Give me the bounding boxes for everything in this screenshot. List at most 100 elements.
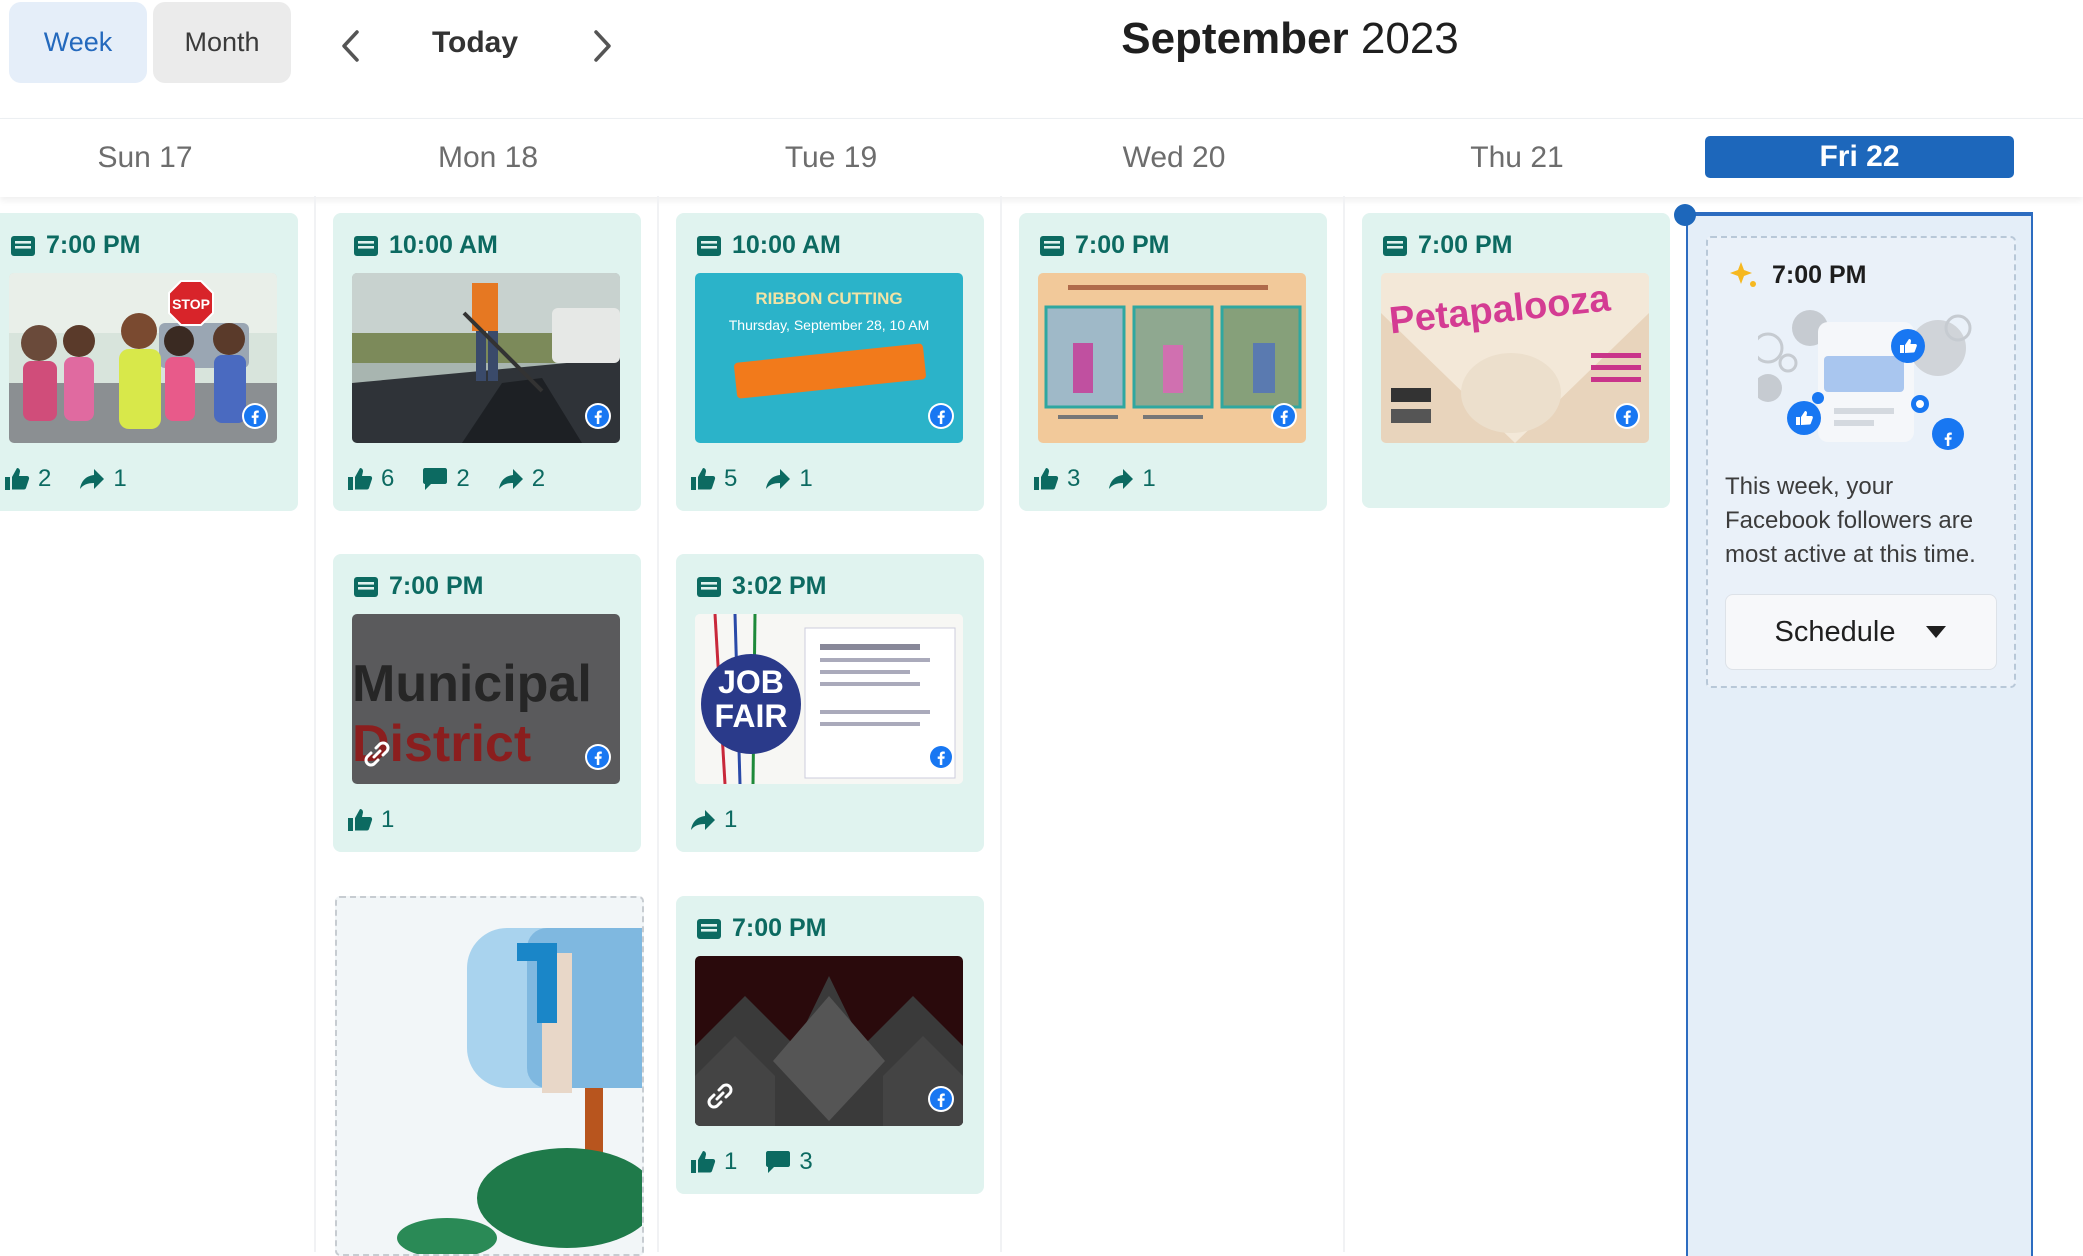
today-button[interactable]: Today: [405, 18, 545, 68]
column-divider: [1343, 196, 1345, 1252]
likes-count: 5: [724, 465, 738, 492]
facebook-icon: [927, 402, 955, 435]
share-icon: [691, 810, 715, 830]
share-icon: [766, 469, 791, 489]
likes-count: 1: [724, 1148, 738, 1175]
ribbon-graphic: [733, 343, 927, 399]
post-time: 3:02 PM: [696, 572, 826, 601]
post-icon: [697, 918, 721, 939]
share-icon: [80, 469, 105, 489]
share-icon: [1109, 469, 1134, 489]
post-card[interactable]: 7:00 PM 3 1: [1019, 213, 1327, 511]
facebook-icon: [584, 402, 612, 435]
best-time-suggestion: 7:00 PM This week, your Facebook followe…: [1706, 236, 2016, 688]
day-header-thu: Thu 21: [1470, 141, 1564, 174]
caret-down-icon: [1926, 626, 1947, 638]
comments-count: 3: [799, 1148, 813, 1175]
facebook-icon: [1270, 402, 1298, 435]
likes-count: 2: [38, 465, 52, 492]
post-card[interactable]: 10:00 AM 6 2 2: [333, 213, 641, 511]
post-time-label: 7:00 PM: [1418, 231, 1513, 259]
post-thumbnail: Petapalooza: [1381, 273, 1649, 443]
post-thumbnail: [1038, 273, 1306, 443]
post-time-label: 10:00 AM: [732, 231, 841, 259]
post-icon: [697, 576, 721, 597]
day-header-fri-today: Fri 22: [1705, 136, 2014, 178]
engagement-illustration: [1758, 310, 1972, 450]
post-thumbnail: RIBBON CUTTING Thursday, September 28, 1…: [695, 273, 963, 443]
post-engagement: 3 1: [1033, 465, 1184, 493]
post-time-label: 10:00 AM: [389, 231, 498, 259]
post-time: 7:00 PM: [1039, 231, 1169, 260]
post-icon: [354, 576, 378, 597]
facebook-icon: [927, 743, 955, 776]
like-icon: [348, 468, 373, 490]
shares-count: 2: [531, 465, 546, 492]
like-icon: [348, 809, 373, 831]
share-icon: [498, 469, 523, 489]
road-paving-image: [352, 273, 620, 443]
shares-count: 1: [1142, 465, 1156, 492]
comments-count: 2: [456, 465, 470, 492]
facebook-icon: [1613, 402, 1641, 435]
post-card[interactable]: 3:02 PM JOB FAIR 1: [676, 554, 984, 852]
column-divider: [314, 196, 316, 1252]
post-card[interactable]: 7:00 PM Petapalooza: [1362, 213, 1670, 508]
mailbox-illustration: [397, 928, 642, 1254]
post-icon: [697, 235, 721, 256]
schedule-button[interactable]: Schedule: [1725, 594, 1997, 670]
post-time: 7:00 PM: [353, 572, 483, 601]
comment-icon: [766, 1151, 791, 1173]
post-card[interactable]: 7:00 PM 1 3: [676, 896, 984, 1194]
thumbnail-title: JOB: [718, 664, 784, 700]
post-time-label: 7:00 PM: [389, 572, 484, 600]
shares-count: 1: [724, 806, 738, 833]
thumbnail-title-2: FAIR: [714, 698, 788, 734]
post-thumbnail: JOB FAIR: [695, 614, 963, 784]
previous-week-button[interactable]: [326, 22, 374, 70]
draft-post-placeholder[interactable]: [335, 896, 644, 1256]
schedule-label: Schedule: [1774, 615, 1896, 648]
link-icon: [360, 737, 394, 776]
month-view-button[interactable]: Month: [153, 2, 291, 83]
thumbnail-title: RIBBON CUTTING: [755, 289, 903, 308]
post-card[interactable]: 7:00 PM Municipal District 1: [333, 554, 641, 852]
current-time-indicator: [1674, 204, 1696, 226]
post-card[interactable]: 10:00 AM RIBBON CUTTING Thursday, Septem…: [676, 213, 984, 511]
likes-count: 6: [381, 465, 395, 492]
column-divider: [657, 196, 659, 1252]
post-engagement: 1: [347, 806, 422, 834]
volunteer-collage-image: [1038, 273, 1306, 443]
day-header-wed: Wed 20: [1122, 141, 1226, 174]
like-icon: [691, 468, 716, 490]
month-title: September 2023: [1000, 14, 1580, 64]
suggested-time: 7:00 PM: [1728, 260, 1866, 290]
post-card[interactable]: 7:00 PM STOP 2 1: [0, 213, 298, 511]
day-header-tue: Tue 19: [784, 141, 878, 174]
week-view-button[interactable]: Week: [9, 2, 147, 83]
post-time: 10:00 AM: [353, 231, 498, 260]
post-time: 7:00 PM: [696, 914, 826, 943]
post-time-label: 3:02 PM: [732, 572, 827, 600]
facebook-icon: [584, 743, 612, 776]
likes-count: 3: [1067, 465, 1081, 492]
next-week-button[interactable]: [579, 22, 627, 70]
suggested-time-label: 7:00 PM: [1772, 260, 1867, 289]
post-thumbnail: [695, 956, 963, 1126]
link-icon: [703, 1079, 737, 1118]
likes-count: 1: [381, 806, 395, 833]
shares-count: 1: [799, 465, 813, 492]
post-icon: [11, 235, 35, 256]
day-header-row: Sun 17 Mon 18 Tue 19 Wed 20 Thu 21 Fri 2…: [0, 118, 2083, 197]
post-icon: [1040, 235, 1064, 256]
year-label: 2023: [1360, 14, 1459, 63]
post-time-label: 7:00 PM: [46, 231, 141, 259]
post-time: 10:00 AM: [696, 231, 841, 260]
facebook-icon: [927, 1085, 955, 1118]
chevron-right-icon: [594, 30, 611, 62]
post-time: 7:00 PM: [10, 231, 140, 260]
thumbnail-title: Municipal: [352, 655, 592, 713]
suggestion-text: This week, your Facebook followers are m…: [1725, 473, 1976, 568]
post-engagement: 1 3: [690, 1148, 841, 1176]
month-name: September: [1121, 14, 1349, 63]
